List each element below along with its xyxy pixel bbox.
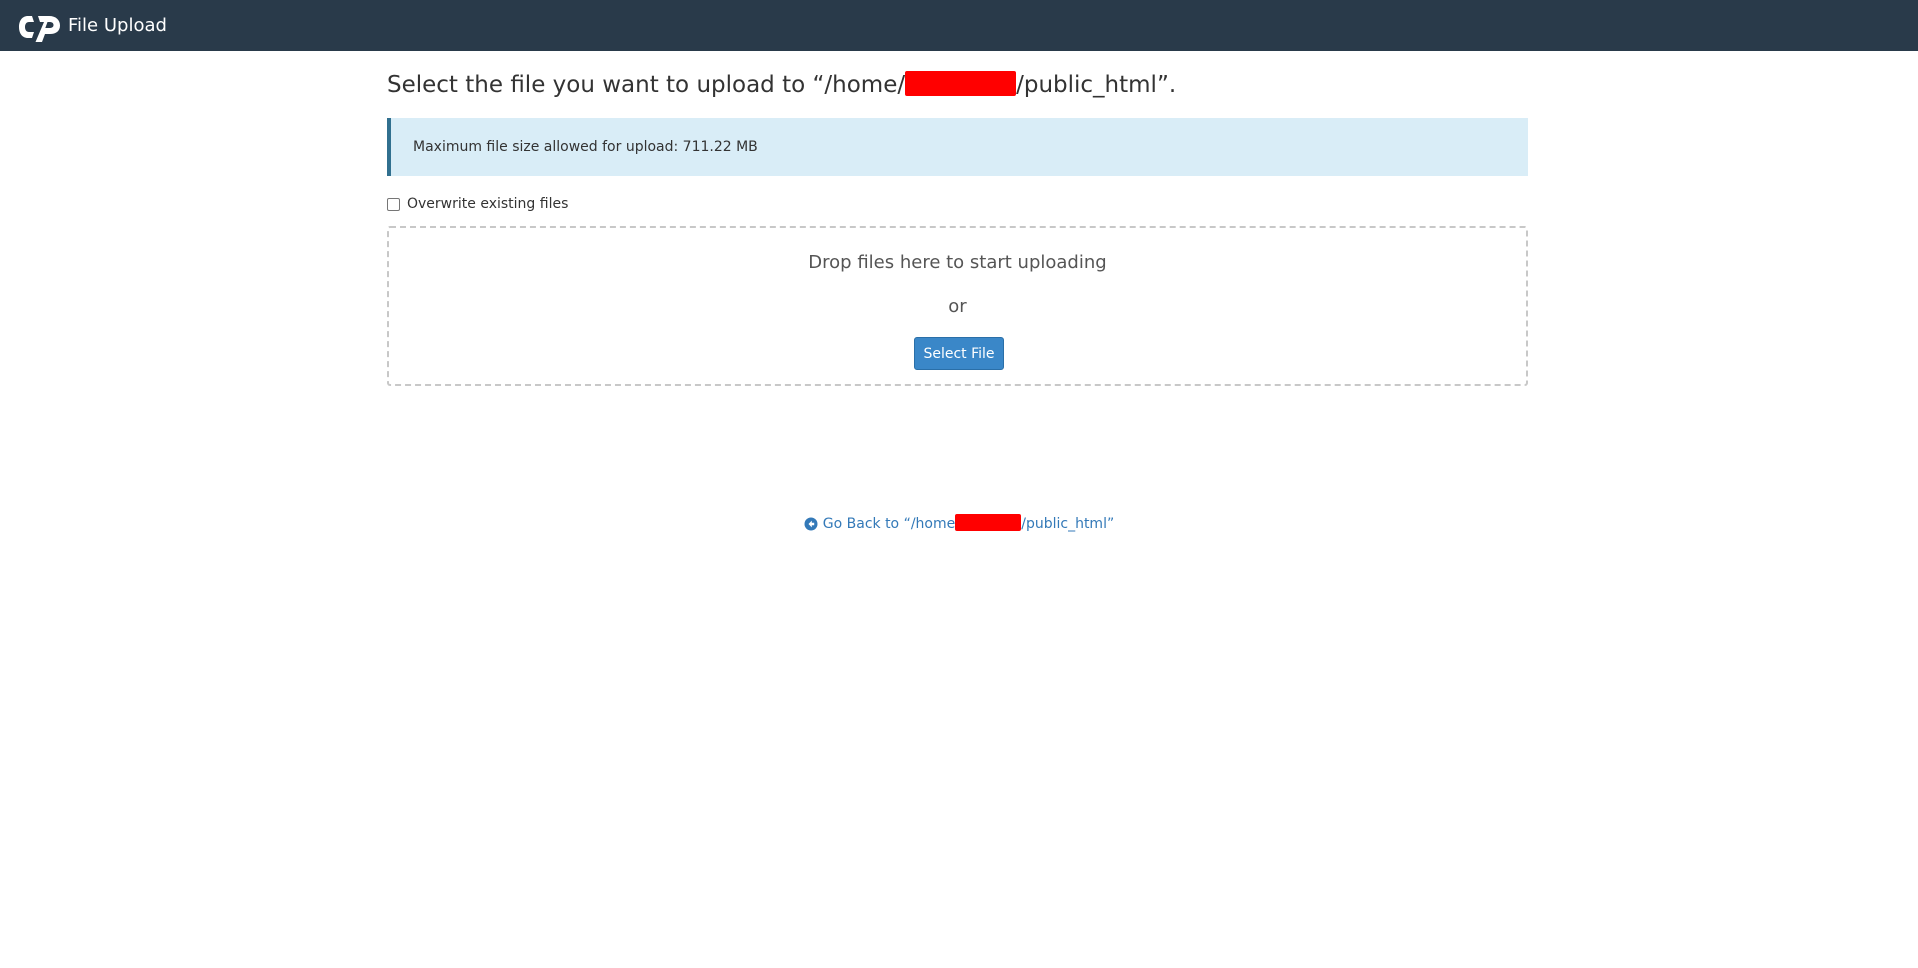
page-title-suffix: /public_html”. <box>1016 72 1177 98</box>
file-drop-zone[interactable]: Drop files here to start uploading or Se… <box>387 226 1528 386</box>
or-separator: or <box>948 296 967 317</box>
go-back-suffix: /public_html” <box>1021 516 1115 532</box>
overwrite-option[interactable]: Overwrite existing files <box>387 196 568 212</box>
page-title: Select the file you want to upload to “/… <box>387 70 1176 100</box>
app-title: File Upload <box>68 15 167 36</box>
arrow-circle-left-icon <box>804 517 818 531</box>
top-header-bar: File Upload <box>0 0 1918 51</box>
overwrite-checkbox[interactable] <box>387 197 400 211</box>
go-back-link[interactable]: Go Back to “/home/public_html” <box>804 514 1115 532</box>
select-file-button[interactable]: Select File <box>914 337 1004 370</box>
drop-instructions: Drop files here to start uploading <box>808 252 1107 273</box>
cpanel-logo-icon[interactable] <box>18 12 64 42</box>
go-back-prefix: Go Back to “/home <box>822 516 956 532</box>
max-size-alert: Maximum file size allowed for upload: 71… <box>387 118 1528 176</box>
redacted-username <box>955 514 1022 531</box>
redacted-username <box>905 71 1017 96</box>
page-title-prefix: Select the file you want to upload to “/… <box>387 72 906 98</box>
max-size-message: Maximum file size allowed for upload: 71… <box>413 139 758 155</box>
go-back-row: Go Back to “/home/public_html” <box>0 514 1918 535</box>
overwrite-label: Overwrite existing files <box>407 196 569 212</box>
